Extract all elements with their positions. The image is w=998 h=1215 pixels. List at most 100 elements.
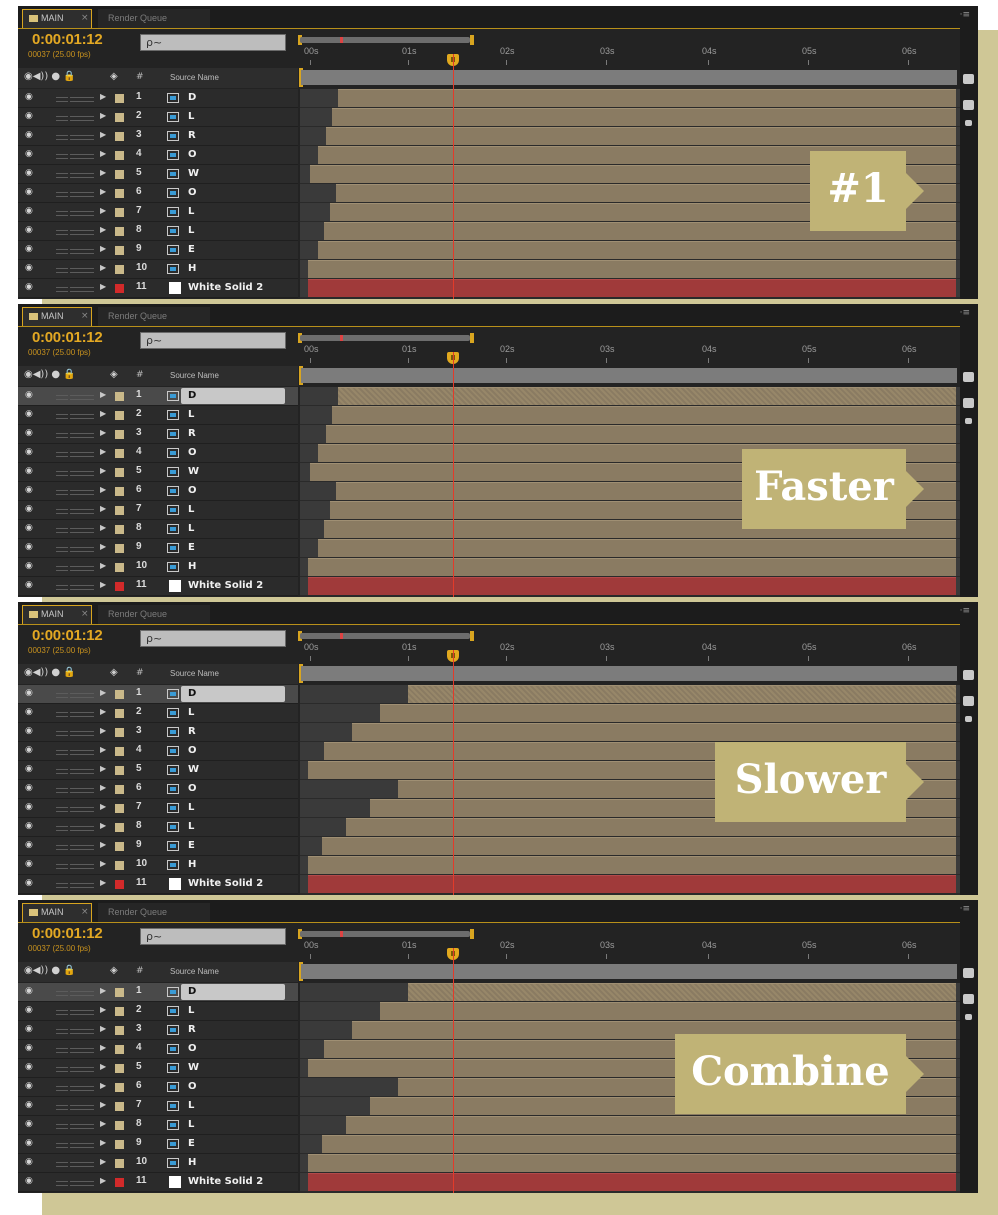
layer-source-name[interactable]: White Solid 2 bbox=[188, 580, 263, 591]
layer-switch[interactable] bbox=[82, 268, 94, 273]
scroll-up-icon[interactable] bbox=[965, 716, 972, 722]
layer-row[interactable]: ◉ ▶ 8 L bbox=[18, 222, 298, 241]
layer-switch[interactable] bbox=[56, 1124, 68, 1129]
layer-row[interactable]: ◉ ▶ 2 L bbox=[18, 1002, 298, 1021]
layer-switch[interactable] bbox=[82, 528, 94, 533]
layer-switch[interactable] bbox=[70, 509, 82, 514]
layer-switch[interactable] bbox=[82, 1029, 94, 1034]
visibility-eye-icon[interactable]: ◉ bbox=[25, 225, 35, 236]
navigator-end-handle[interactable] bbox=[470, 333, 474, 343]
layer-row[interactable]: ◉ ▶ 3 R bbox=[18, 723, 298, 742]
time-ruler[interactable]: 00s 01s 02s 03s 04s 05s 06s bbox=[298, 344, 958, 366]
twirl-down-arrow-icon[interactable]: ▶ bbox=[100, 111, 106, 120]
twirl-down-arrow-icon[interactable]: ▶ bbox=[100, 1138, 106, 1147]
label-color-swatch[interactable] bbox=[115, 582, 124, 591]
visibility-eye-icon[interactable]: ◉ bbox=[25, 1005, 35, 1016]
scroll-up-icon[interactable] bbox=[965, 418, 972, 424]
current-time-display[interactable]: 0:00:01:12 bbox=[32, 329, 103, 346]
label-color-swatch[interactable] bbox=[115, 265, 124, 274]
layer-switch[interactable] bbox=[70, 1162, 82, 1167]
visibility-eye-icon[interactable]: ◉ bbox=[25, 764, 35, 775]
layer-switch[interactable] bbox=[70, 883, 82, 888]
layer-row[interactable]: ◉ ▶ 11 White Solid 2 bbox=[18, 875, 298, 894]
label-color-swatch[interactable] bbox=[115, 170, 124, 179]
twirl-down-arrow-icon[interactable]: ▶ bbox=[100, 1062, 106, 1071]
layer-source-name[interactable]: O bbox=[188, 1043, 197, 1054]
layer-switch[interactable] bbox=[56, 1086, 68, 1091]
layer-source-name[interactable]: L bbox=[188, 504, 194, 515]
label-color-swatch[interactable] bbox=[115, 988, 124, 997]
panel-menu-icon[interactable]: ·≡ bbox=[960, 10, 970, 20]
panel-menu-icon[interactable]: ·≡ bbox=[960, 308, 970, 318]
comp-marker-bin-icon[interactable] bbox=[963, 670, 974, 680]
layer-switch[interactable] bbox=[56, 991, 68, 996]
layer-row[interactable]: ◉ ▶ 7 L bbox=[18, 501, 298, 520]
twirl-down-arrow-icon[interactable]: ▶ bbox=[100, 409, 106, 418]
layer-source-name[interactable]: White Solid 2 bbox=[188, 1176, 263, 1187]
twirl-down-arrow-icon[interactable]: ▶ bbox=[100, 580, 106, 589]
visibility-eye-icon[interactable]: ◉ bbox=[25, 986, 35, 997]
layer-row[interactable]: ◉ ▶ 6 O bbox=[18, 780, 298, 799]
layer-switch[interactable] bbox=[56, 712, 68, 717]
twirl-down-arrow-icon[interactable]: ▶ bbox=[100, 1100, 106, 1109]
layer-switch[interactable] bbox=[82, 471, 94, 476]
twirl-down-arrow-icon[interactable]: ▶ bbox=[100, 802, 106, 811]
layer-source-name[interactable]: R bbox=[188, 130, 196, 141]
layer-switch[interactable] bbox=[82, 1181, 94, 1186]
layer-switch[interactable] bbox=[82, 414, 94, 419]
layer-row[interactable]: ◉ ▶ 5 W bbox=[18, 1059, 298, 1078]
layer-source-name[interactable]: R bbox=[188, 1024, 196, 1035]
layer-switch[interactable] bbox=[70, 585, 82, 590]
layer-row[interactable]: ◉ ▶ 3 R bbox=[18, 1021, 298, 1040]
label-color-swatch[interactable] bbox=[115, 525, 124, 534]
layer-duration-bar[interactable] bbox=[380, 704, 956, 722]
layer-row[interactable]: ◉ ▶ 2 L bbox=[18, 108, 298, 127]
layer-switch[interactable] bbox=[56, 154, 68, 159]
layer-switch[interactable] bbox=[70, 116, 82, 121]
visibility-eye-icon[interactable]: ◉ bbox=[25, 1043, 35, 1054]
layer-switch[interactable] bbox=[82, 788, 94, 793]
tab-main[interactable]: MAIN × bbox=[22, 605, 92, 624]
label-tag-icon[interactable]: ◈ bbox=[110, 667, 118, 678]
twirl-down-arrow-icon[interactable]: ▶ bbox=[100, 688, 106, 697]
visibility-eye-icon[interactable]: ◉ bbox=[25, 282, 35, 293]
time-ruler[interactable]: 00s 01s 02s 03s 04s 05s 06s bbox=[298, 46, 958, 68]
visibility-eye-icon[interactable]: ◉ bbox=[25, 783, 35, 794]
current-time-display[interactable]: 0:00:01:12 bbox=[32, 31, 103, 48]
visibility-eye-icon[interactable]: ◉ bbox=[25, 707, 35, 718]
layer-switch[interactable] bbox=[82, 731, 94, 736]
layer-switch[interactable] bbox=[82, 1124, 94, 1129]
label-color-swatch[interactable] bbox=[115, 411, 124, 420]
twirl-down-arrow-icon[interactable]: ▶ bbox=[100, 745, 106, 754]
layer-row[interactable]: ◉ ▶ 4 O bbox=[18, 444, 298, 463]
layer-switch[interactable] bbox=[56, 230, 68, 235]
layer-switch[interactable] bbox=[70, 1010, 82, 1015]
close-icon[interactable]: × bbox=[81, 907, 89, 917]
search-input[interactable]: ρ~ bbox=[140, 34, 286, 51]
layer-switch[interactable] bbox=[82, 509, 94, 514]
twirl-down-arrow-icon[interactable]: ▶ bbox=[100, 92, 106, 101]
close-icon[interactable]: × bbox=[81, 13, 89, 23]
work-area-bar[interactable] bbox=[301, 666, 957, 681]
twirl-down-arrow-icon[interactable]: ▶ bbox=[100, 466, 106, 475]
column-source-name[interactable]: Source Name bbox=[170, 669, 219, 678]
label-color-swatch[interactable] bbox=[115, 709, 124, 718]
twirl-down-arrow-icon[interactable]: ▶ bbox=[100, 542, 106, 551]
visibility-eye-icon[interactable]: ◉ bbox=[25, 1119, 35, 1130]
visibility-eye-icon[interactable]: ◉ bbox=[25, 523, 35, 534]
layer-switch[interactable] bbox=[82, 1048, 94, 1053]
label-color-swatch[interactable] bbox=[115, 189, 124, 198]
label-color-swatch[interactable] bbox=[115, 728, 124, 737]
time-navigator[interactable] bbox=[300, 37, 470, 43]
time-navigator[interactable] bbox=[300, 633, 470, 639]
visibility-eye-icon[interactable]: ◉ bbox=[25, 840, 35, 851]
layer-row[interactable]: ◉ ▶ 9 E bbox=[18, 539, 298, 558]
layer-duration-bar[interactable] bbox=[308, 577, 956, 595]
search-input[interactable]: ρ~ bbox=[140, 630, 286, 647]
visibility-eye-icon[interactable]: ◉ bbox=[25, 263, 35, 274]
label-color-swatch[interactable] bbox=[115, 1083, 124, 1092]
twirl-down-arrow-icon[interactable]: ▶ bbox=[100, 1043, 106, 1052]
layer-duration-bar[interactable] bbox=[332, 108, 956, 126]
layer-switch[interactable] bbox=[70, 414, 82, 419]
layer-switch[interactable] bbox=[56, 268, 68, 273]
